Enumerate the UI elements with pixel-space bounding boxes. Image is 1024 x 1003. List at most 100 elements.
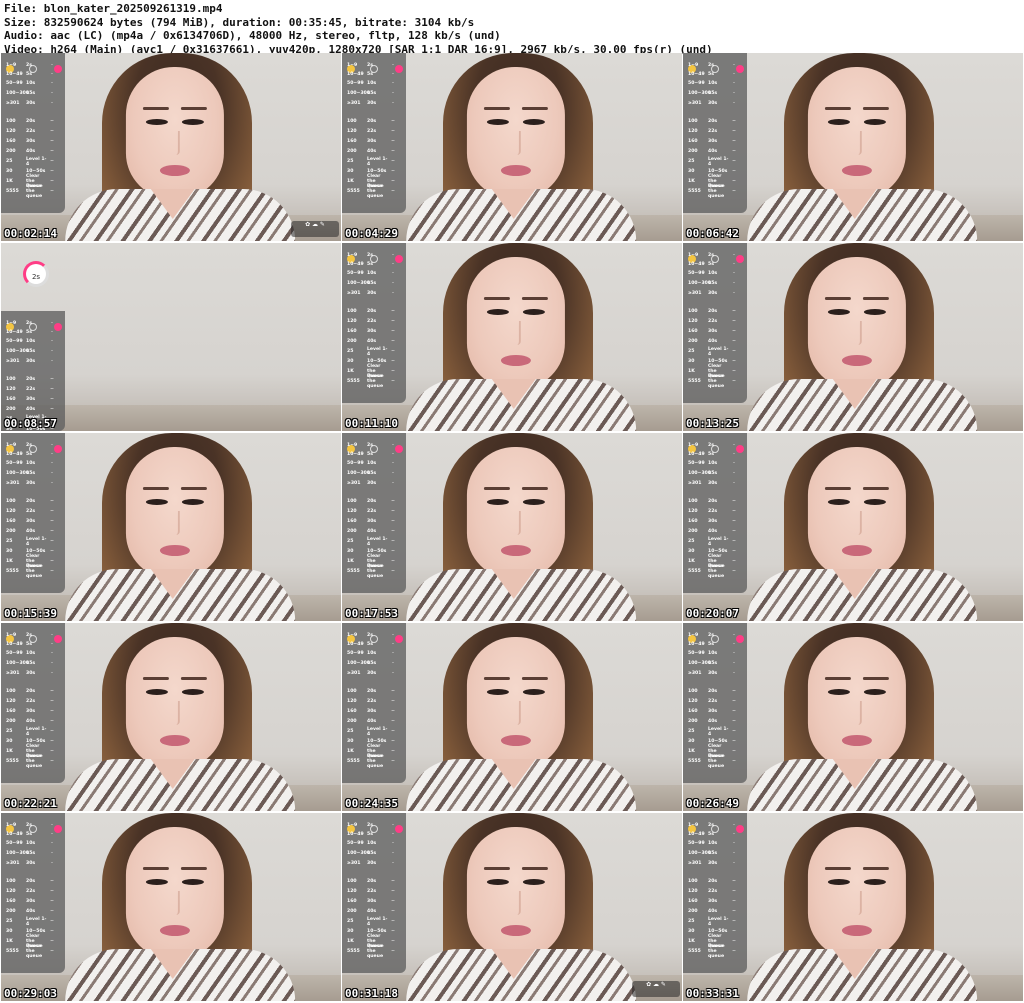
toy-icon: ~ [732,349,736,354]
toy-icon: ~ [391,369,395,374]
tip-duration: 10s [26,461,36,466]
tip-duration: 15s [367,91,377,96]
tip-duration: Pause the queue [26,754,43,769]
video-thumbnail[interactable]: 1~9 2s · 10~49 5s · 50~99 10s · 100~300 15s · ≥301 30… [1,243,341,431]
video-thumbnail[interactable]: 1~9 2s · 10~49 5s · 50~99 10s · 100~300 15s · ≥301 30… [342,623,682,811]
tip-duration: 10s [367,81,377,86]
tip-duration: 5s [26,72,32,77]
toy-icon: ~ [732,309,736,314]
toy-icon: ~ [732,499,736,504]
tip-duration: 30s [367,139,377,144]
toy-icon: · [733,253,735,258]
tip-amount: 100 [6,499,16,504]
face [125,67,224,199]
tip-duration: 10s [26,339,36,344]
toy-icon: · [733,841,735,846]
video-thumbnail[interactable]: 1~9 2s · 10~49 5s · 50~99 10s · 100~300 15s · ≥301 30… [683,243,1023,431]
video-thumbnail[interactable]: 1~9 2s · 10~49 5s · 50~99 10s · 100~300 15s · ≥301 30… [683,623,1023,811]
toy-icon: ~ [732,319,736,324]
tip-duration: 40s [26,149,36,154]
tip-duration: 30s [708,329,718,334]
toy-icon: · [392,841,394,846]
tip-duration: 10s [708,271,718,276]
toy-icon: · [392,271,394,276]
video-thumbnail[interactable]: 1~9 2s · 10~49 5s · 50~99 10s · 100~300 15s · ≥301 30… [1,53,341,241]
tip-duration: 20s [708,309,718,314]
tip-amount: 50~99 [347,271,364,276]
toy-icon: · [733,651,735,656]
toy-icon: ~ [732,949,736,954]
video-thumbnail[interactable]: 1~9 2s · 10~49 5s · 50~99 10s · 100~300 15s · ≥301 30… [1,623,341,811]
tip-duration: 5s [367,72,373,77]
tip-duration: 5s [367,832,373,837]
tip-amount: 160 [6,139,16,144]
toy-icon: ~ [50,509,54,514]
timestamp: 00:11:10 [345,417,398,430]
tip-amount: 5555 [347,759,360,764]
toy-icon: · [51,101,53,106]
toy-icon: · [733,661,735,666]
tip-amount: 25 [6,919,13,924]
tip-amount: ≥301 [6,481,20,486]
tip-amount: 10~49 [347,452,364,457]
video-thumbnail[interactable]: 1~9 2s · 10~49 5s · 50~99 10s · 100~300 15s · ≥301 30… [683,53,1023,241]
toy-icon: ~ [50,499,54,504]
tip-duration: 5s [26,452,32,457]
tip-amount: ≥301 [688,671,702,676]
toy-icon: · [733,281,735,286]
tip-amount: 1~9 [347,443,358,448]
toy-icon: ~ [50,749,54,754]
tip-amount: 5555 [347,189,360,194]
tip-duration: 22s [26,387,36,392]
toy-icon: · [733,671,735,676]
toy-icon: · [733,851,735,856]
tip-duration: Pause the queue [26,184,43,199]
tip-amount: 1K [347,179,354,184]
tip-duration: Level 1-4 [708,916,729,927]
video-thumbnail[interactable]: 1~9 2s · 10~49 5s · 50~99 10s · 100~300 15s · ≥301 30… [342,243,682,431]
toy-icon: ~ [732,549,736,554]
video-thumbnail[interactable]: 1~9 2s · 10~49 5s · 50~99 10s · 100~300 15s · ≥301 30… [342,433,682,621]
tip-duration: 5s [367,452,373,457]
video-thumbnail[interactable]: 1~9 2s · 10~49 5s · 50~99 10s · 100~300 15s · ≥301 30… [342,53,682,241]
tip-amount: ≥301 [6,359,20,364]
tip-amount: 100~300 [6,851,30,856]
tip-duration: 22s [26,129,36,134]
tip-duration: 40s [367,339,377,344]
tip-duration: 5s [708,262,714,267]
tip-duration: 2s [367,253,373,258]
toy-icon: · [51,642,53,647]
tip-amount: 30 [6,929,13,934]
tip-amount: 10~49 [688,262,705,267]
toy-icon: ~ [391,169,395,174]
video-thumbnail[interactable]: 1~9 2s · 10~49 5s · 50~99 10s · 100~300 15s · ≥301 30… [342,813,682,1001]
tip-menu-panel: 1~9 2s · 10~49 5s · 50~99 10s · 100~300 15s · ≥301 30… [683,433,747,593]
toy-icon: · [51,349,53,354]
tip-amount: 5555 [688,949,701,954]
tip-duration: 30s [708,291,718,296]
timestamp: 00:22:21 [4,797,57,810]
tip-amount: 100~300 [688,851,712,856]
video-thumbnail[interactable]: 1~9 2s · 10~49 5s · 50~99 10s · 100~300 15s · ≥301 30… [1,433,341,621]
tip-menu-panel: 1~9 2s · 10~49 5s · 50~99 10s · 100~300 15s · ≥301 30… [683,623,747,783]
tip-amount: 25 [347,349,354,354]
video-thumbnail[interactable]: 1~9 2s · 10~49 5s · 50~99 10s · 100~300 15s · ≥301 30… [1,813,341,1001]
toy-icon: ~ [391,309,395,314]
tip-amount: 120 [347,889,357,894]
toy-icon: · [392,832,394,837]
toy-icon: ~ [391,119,395,124]
toy-icon: ~ [50,709,54,714]
tip-amount: 25 [688,539,695,544]
video-thumbnail[interactable]: 1~9 2s · 10~49 5s · 50~99 10s · 100~300 15s · ≥301 30… [683,433,1023,621]
tip-amount: 100~300 [6,471,30,476]
toy-icon: ~ [732,689,736,694]
toy-icon: · [733,471,735,476]
toy-icon: ~ [50,407,54,412]
toy-icon: · [733,461,735,466]
toy-icon: ~ [50,569,54,574]
timer-ring: 2s [23,261,49,287]
toy-icon: · [733,823,735,828]
video-thumbnail[interactable]: 1~9 2s · 10~49 5s · 50~99 10s · 100~300 15s · ≥301 30… [683,813,1023,1001]
tip-duration: Pause the queue [708,754,725,769]
tip-amount: 1~9 [688,253,699,258]
